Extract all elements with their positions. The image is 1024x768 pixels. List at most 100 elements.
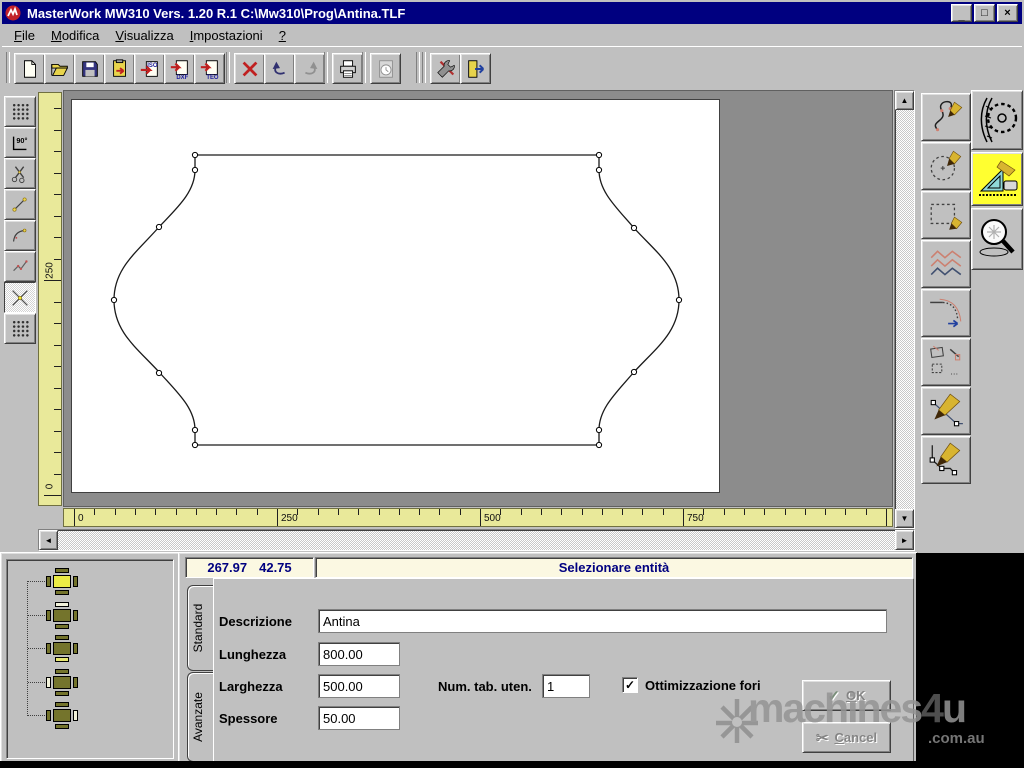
settings-button[interactable]	[430, 53, 461, 84]
menu-help[interactable]: ?	[271, 25, 294, 46]
export-teo-button[interactable]: TEO	[194, 53, 225, 84]
menu-file[interactable]: File	[6, 25, 43, 46]
tab-avanzate[interactable]: Avanzate	[187, 672, 214, 762]
arrow-right-icon: ►	[901, 536, 909, 545]
app-window: MasterWork MW310 Vers. 1.20 R.1 C:\Mw310…	[0, 0, 1024, 768]
delete-node-button[interactable]	[4, 282, 36, 313]
h-ruler: 0250500750	[63, 508, 893, 527]
polyline-tool-button[interactable]	[921, 436, 971, 484]
redo-button[interactable]	[294, 53, 325, 84]
exit-button[interactable]	[460, 53, 491, 84]
title-bar: MasterWork MW310 Vers. 1.20 R.1 C:\Mw310…	[2, 2, 1022, 24]
spline-pencil-icon	[927, 98, 965, 136]
drawing-canvas[interactable]	[72, 100, 719, 492]
cancel-button[interactable]: ✂ Cancel	[802, 722, 891, 753]
segment-button[interactable]	[4, 189, 36, 220]
station-item[interactable]	[45, 669, 79, 697]
circle-tool-button[interactable]	[921, 142, 971, 190]
svg-text:TEO: TEO	[206, 75, 219, 80]
scroll-up-button[interactable]: ▲	[895, 91, 914, 110]
printer-icon	[337, 58, 359, 80]
tab-standard[interactable]: Standard	[187, 585, 214, 671]
drawing-nodes	[111, 152, 681, 447]
save-floppy-icon	[79, 58, 101, 80]
angle-90-icon: 90°	[9, 132, 31, 154]
lunghezza-input[interactable]	[319, 643, 399, 665]
grid-icon	[12, 320, 29, 337]
node-edit-button[interactable]	[4, 251, 36, 282]
scissors-cut-icon	[9, 163, 31, 185]
ottimizzazione-checkbox[interactable]: ✓	[622, 677, 638, 693]
drawing-viewport[interactable]	[63, 90, 893, 507]
main-toolbar: ISO DXF TEO	[2, 46, 1022, 89]
num-tab-uten-input[interactable]	[543, 675, 589, 697]
v-scrollbar[interactable]: ▲ ▼	[894, 90, 915, 529]
toolbar-separator	[422, 52, 426, 83]
save-button[interactable]	[74, 53, 105, 84]
spline-tool-button[interactable]	[921, 93, 971, 141]
undo-button[interactable]	[264, 53, 295, 84]
grid-snap-button[interactable]	[4, 96, 36, 127]
larghezza-input[interactable]	[319, 675, 399, 697]
import-button[interactable]	[104, 53, 135, 84]
descrizione-input[interactable]	[319, 610, 886, 632]
trim-button[interactable]	[4, 158, 36, 189]
saw-tooling-button[interactable]	[971, 90, 1023, 150]
transform-tool-button[interactable]: ...	[921, 338, 971, 386]
station-item[interactable]	[45, 568, 79, 596]
circle-pencil-icon	[927, 147, 965, 185]
grid-dense-button[interactable]	[4, 313, 36, 344]
hatch-lines-icon	[927, 245, 965, 283]
toolbar-separator	[324, 52, 328, 83]
drawing-shape[interactable]	[114, 155, 679, 445]
scroll-right-button[interactable]: ►	[895, 530, 914, 550]
station-item[interactable]	[45, 702, 79, 730]
station-item[interactable]	[45, 602, 79, 630]
node-move-icon	[9, 256, 31, 278]
checkmark-icon: ✓	[625, 678, 635, 692]
svg-text:ISO: ISO	[147, 63, 158, 69]
hatch-tool-button[interactable]	[921, 240, 971, 288]
spessore-input[interactable]	[319, 707, 399, 729]
svg-text:90°: 90°	[16, 136, 27, 145]
fillet-tool-button[interactable]	[921, 289, 971, 337]
export-dxf-button[interactable]: DXF	[164, 53, 195, 84]
redo-icon	[299, 58, 321, 80]
station-item[interactable]	[45, 635, 79, 663]
v-ruler: 250 0	[38, 92, 62, 506]
ok-button[interactable]: ✓ OK	[802, 680, 891, 711]
new-file-icon	[19, 58, 41, 80]
print-button[interactable]	[332, 53, 363, 84]
coordinates-readout: 267.97 42.75	[185, 557, 314, 578]
new-file-button[interactable]	[14, 53, 45, 84]
larghezza-label: Larghezza	[219, 679, 283, 694]
entity-panel: 267.97 42.75 Selezionare entità Standard…	[178, 552, 918, 765]
geometry-mode-button[interactable]	[971, 152, 1023, 206]
exit-door-icon	[465, 58, 487, 80]
menu-impostazioni[interactable]: Impostazioni	[182, 25, 271, 46]
export-dxf-icon: DXF	[169, 58, 191, 80]
line-tool-button[interactable]	[921, 387, 971, 435]
delete-button[interactable]	[234, 53, 265, 84]
close-button[interactable]: ×	[997, 4, 1018, 22]
drawing-page[interactable]	[71, 99, 720, 493]
maximize-button[interactable]: □	[974, 4, 995, 22]
scroll-left-button[interactable]: ◄	[39, 530, 58, 550]
rectangle-tool-button[interactable]	[921, 191, 971, 239]
menu-visualizza[interactable]: Visualizza	[107, 25, 181, 46]
minimize-button[interactable]: _	[951, 4, 972, 22]
ortho-90-button[interactable]: 90°	[4, 127, 36, 158]
undo-icon	[269, 58, 291, 80]
open-file-button[interactable]	[44, 53, 75, 84]
menu-modifica[interactable]: Modifica	[43, 25, 107, 46]
arc-button[interactable]	[4, 220, 36, 251]
scroll-down-button[interactable]: ▼	[895, 509, 914, 528]
export-iso-button[interactable]: ISO	[134, 53, 165, 84]
svg-text:DXF: DXF	[176, 75, 188, 80]
h-scrollbar[interactable]: ◄ ►	[38, 529, 915, 551]
simulation-button[interactable]	[370, 53, 401, 84]
coord-x: 267.97	[207, 560, 247, 575]
zoom-button[interactable]	[971, 208, 1023, 270]
close-icon: ×	[1004, 8, 1010, 19]
h-ruler-label: 0	[78, 513, 84, 524]
